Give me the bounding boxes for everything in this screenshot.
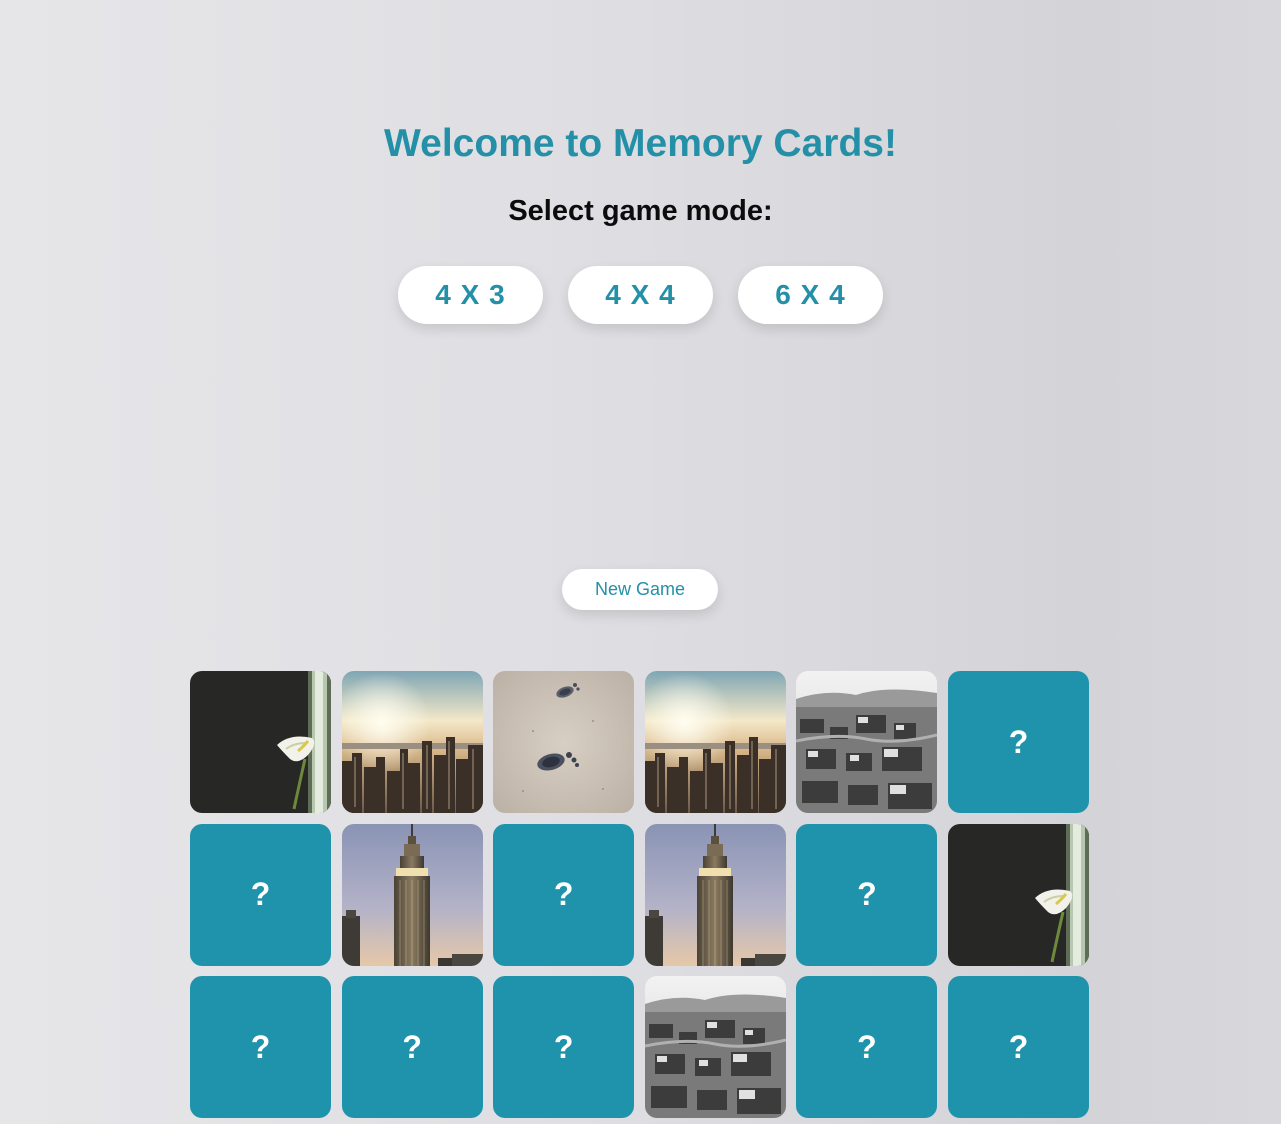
memory-card-flipped[interactable] [190,671,331,813]
card-board: ?? ? ? ? ? ? ? ? [190,671,1089,1118]
calla-lily-image [947,823,1089,966]
memory-card-flipped[interactable] [644,976,786,1118]
memory-card-hidden[interactable]: ? [947,671,1089,813]
memory-card-hidden[interactable]: ? [947,976,1089,1118]
mode-4x4-button[interactable]: 4 X 4 [568,266,713,324]
memory-card-hidden[interactable]: ? [190,976,331,1118]
memory-card-flipped[interactable] [947,823,1089,966]
empire-state-building-image [341,823,483,966]
new-game-button[interactable]: New Game [562,569,718,610]
city-skyline-sunset-image [644,671,786,813]
question-mark-icon: ? [250,876,271,912]
memory-card-hidden[interactable]: ? [796,976,938,1118]
mode-4x3-button[interactable]: 4 X 3 [398,266,543,324]
memory-card-flipped[interactable] [644,823,786,966]
memory-card-flipped[interactable] [341,671,483,813]
question-mark-icon: ? [553,876,574,912]
memory-card-hidden[interactable]: ? [493,823,635,966]
game-mode-selector: 4 X 3 4 X 4 6 X 4 [398,266,883,324]
question-mark-icon: ? [402,1028,422,1065]
question-mark-icon: ? [1008,1028,1029,1065]
page-title: Welcome to Memory Cards! [384,122,897,165]
bw-old-town-image [644,976,786,1118]
memory-card-flipped[interactable] [644,671,786,813]
mode-6x4-button[interactable]: 6 X 4 [738,266,883,324]
memory-card-flipped[interactable] [796,671,938,813]
memory-card-flipped[interactable] [341,823,483,966]
memory-card-hidden[interactable]: ? [341,976,483,1118]
footprints-sand-image [493,671,635,813]
calla-lily-image [190,671,331,813]
memory-card-hidden[interactable]: ? [796,823,938,966]
question-mark-icon: ? [857,876,877,912]
bw-old-town-image [796,671,938,813]
question-mark-icon: ? [250,1028,271,1065]
memory-card-hidden[interactable]: ? [493,976,635,1118]
question-mark-icon: ? [1008,723,1029,760]
question-mark-icon: ? [857,1028,877,1065]
game-mode-prompt: Select game mode: [508,195,773,227]
question-mark-icon: ? [553,1028,574,1065]
empire-state-building-image [644,823,786,966]
city-skyline-sunset-image [341,671,483,813]
memory-card-hidden[interactable]: ? [190,823,331,966]
memory-card-flipped[interactable] [493,671,635,813]
